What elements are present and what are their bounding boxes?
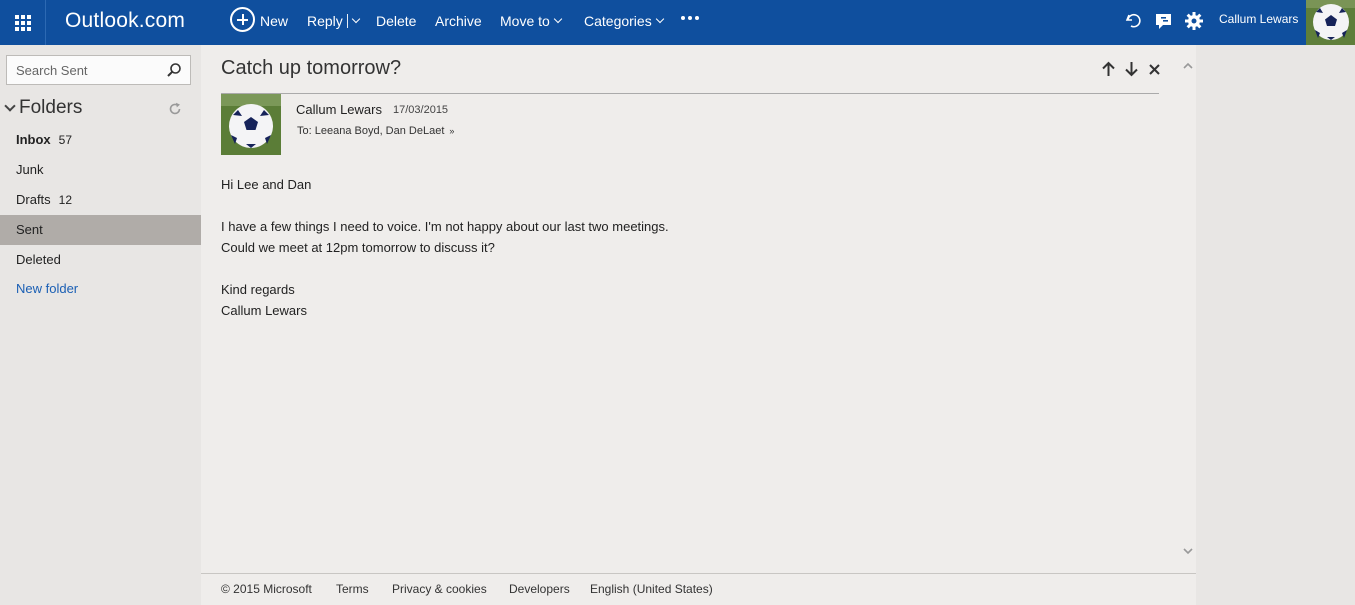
new-plus-icon[interactable] [230, 7, 255, 32]
categories-label: Categories [584, 13, 652, 29]
privacy-link[interactable]: Privacy & cookies [392, 582, 487, 596]
user-name[interactable]: Callum Lewars [1219, 12, 1298, 26]
sender-name[interactable]: Callum Lewars [296, 102, 382, 117]
folder-sent[interactable]: Sent [0, 215, 201, 245]
sent-date: 17/03/2015 [393, 104, 449, 116]
message-nav [1101, 61, 1162, 77]
folder-drafts[interactable]: Drafts 12 [0, 185, 201, 215]
folder-label: New folder [16, 281, 79, 296]
body-signature: Callum Lewars [221, 303, 307, 318]
waffle-icon[interactable] [0, 0, 46, 45]
language-link[interactable]: English (United States) [590, 582, 713, 596]
folder-count: 12 [58, 193, 73, 207]
move-to-label: Move to [500, 13, 550, 29]
folders-heading: Folders [19, 97, 83, 118]
folder-sidebar: Search Sent Folders Inbox 57 Junk Drafts 1… [0, 45, 201, 605]
folder-label: Inbox [16, 132, 51, 147]
reply-button[interactable]: Reply [307, 13, 361, 29]
message-subject: Catch up tomorrow? [221, 57, 402, 79]
archive-label: Archive [435, 13, 482, 29]
scrollbar[interactable] [1180, 45, 1196, 573]
chat-icon[interactable] [1154, 11, 1174, 31]
undo-icon[interactable] [1124, 11, 1144, 31]
close-icon[interactable] [1147, 61, 1162, 77]
body-signoff: Kind regards [221, 282, 295, 297]
folder-deleted[interactable]: Deleted [0, 245, 201, 275]
new-button[interactable]: New [260, 13, 288, 29]
folders-toggle[interactable]: Folders [4, 97, 82, 119]
copyright: © 2015 Microsoft [221, 582, 312, 596]
reply-divider [346, 14, 348, 28]
expand-recipients-icon[interactable]: » [449, 126, 454, 136]
search-icon[interactable] [166, 62, 182, 78]
sender-avatar [221, 94, 281, 155]
folder-label: Drafts [16, 192, 51, 207]
terms-link[interactable]: Terms [336, 582, 369, 596]
right-gutter [1196, 45, 1355, 605]
chevron-down-icon[interactable] [351, 14, 361, 24]
chevron-down-icon [4, 100, 16, 112]
body-greeting: Hi Lee and Dan [221, 177, 312, 192]
more-icon[interactable] [681, 16, 699, 20]
folder-inbox[interactable]: Inbox 57 [0, 125, 201, 155]
folder-count: 57 [58, 133, 73, 147]
recipients-text: To: Leeana Boyd, Dan DeLaet [297, 125, 445, 137]
arrow-down-icon[interactable] [1124, 61, 1139, 77]
reply-label: Reply [307, 13, 343, 29]
folder-label: Sent [16, 222, 43, 237]
chevron-down-icon [553, 14, 563, 24]
move-to-button[interactable]: Move to [500, 13, 563, 29]
gear-icon[interactable] [1184, 11, 1204, 31]
body-line: Could we meet at 12pm tomorrow to discus… [221, 240, 495, 255]
archive-button[interactable]: Archive [435, 13, 482, 29]
body-line: I have a few things I need to voice. I'm… [221, 219, 669, 234]
app-title[interactable]: Outlook.com [65, 9, 185, 33]
scroll-down-icon[interactable] [1183, 546, 1193, 556]
header-divider [221, 93, 1159, 94]
footer: © 2015 Microsoft Terms Privacy & cookies… [201, 573, 1196, 605]
recipients-line[interactable]: To: Leeana Boyd, Dan DeLaet » [297, 125, 454, 137]
refresh-icon[interactable] [168, 102, 182, 116]
new-label: New [260, 13, 289, 29]
folder-label: Deleted [16, 252, 61, 267]
reading-pane: Catch up tomorrow? Callum Lewars 17/03/2… [201, 45, 1180, 573]
scroll-up-icon[interactable] [1183, 61, 1193, 71]
new-folder-link[interactable]: New folder [0, 274, 201, 304]
top-bar: Outlook.com New Reply Delete Archive Mov… [0, 0, 1355, 45]
categories-button[interactable]: Categories [584, 13, 664, 29]
search-placeholder: Search Sent [16, 63, 88, 78]
delete-button[interactable]: Delete [376, 13, 416, 29]
delete-label: Delete [376, 13, 417, 29]
developers-link[interactable]: Developers [509, 582, 570, 596]
folder-label: Junk [16, 162, 44, 177]
chevron-down-icon [655, 14, 664, 24]
folder-junk[interactable]: Junk [0, 155, 201, 185]
search-input[interactable]: Search Sent [6, 55, 191, 85]
arrow-up-icon[interactable] [1101, 61, 1116, 77]
avatar[interactable] [1306, 0, 1355, 45]
